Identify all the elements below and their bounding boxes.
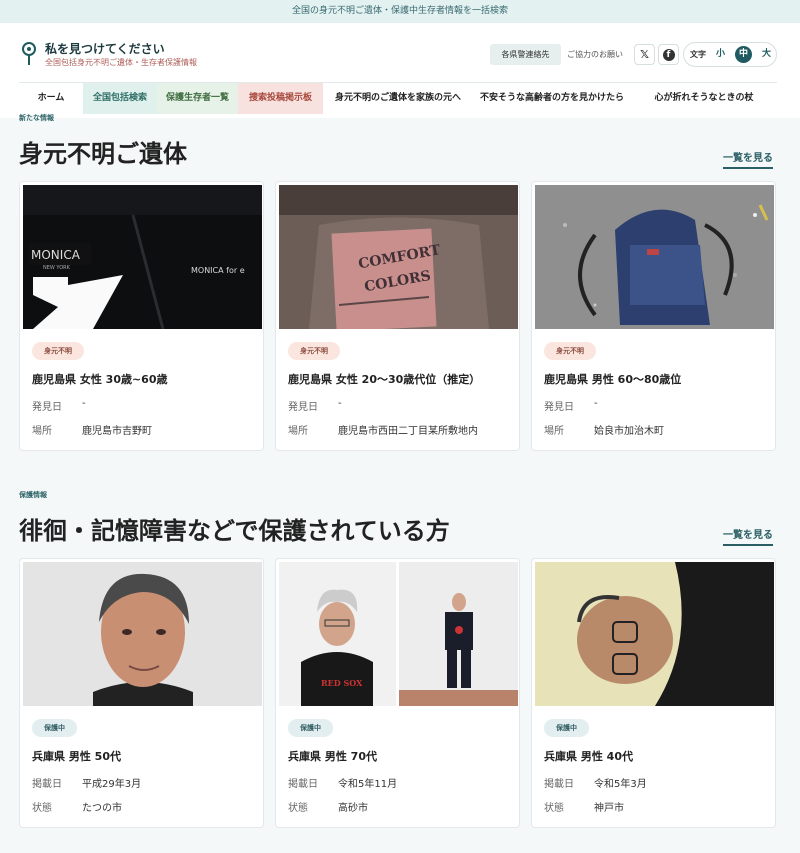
location-pin-icon <box>22 42 36 65</box>
field-value: たつの市 <box>82 803 122 814</box>
protected-card[interactable]: RED SOX 保護中 兵庫県 男性 70代 掲載日 令和5年11月 状態 高砂市 <box>275 558 520 828</box>
field-value: 令和5年3月 <box>594 779 647 790</box>
status-badge: 身元不明 <box>288 342 340 360</box>
unknown-card[interactable]: COMFORT COLORS 身元不明 鹿児島県 女性 20～30歳代位（推定）… <box>275 181 520 451</box>
svg-text:MONICA for e: MONICA for e <box>191 266 245 275</box>
backpack-photo <box>535 185 774 329</box>
field-label: 発見日 <box>288 402 318 413</box>
unknown-card[interactable]: 身元不明 鹿児島県 男性 60～80歳位 発見日 - 場所 姶良市加治木町 <box>531 181 776 451</box>
x-icon[interactable]: 𝕏 <box>634 44 655 65</box>
nav-national-search[interactable]: 全国包括検索 <box>83 83 157 114</box>
facebook-icon[interactable]: f <box>658 44 679 65</box>
svg-text:RED SOX: RED SOX <box>321 678 363 688</box>
person-photo <box>23 562 262 706</box>
text-size-label: 文字 <box>690 50 706 59</box>
field-value: 令和5年11月 <box>338 779 398 790</box>
field-label: 場所 <box>32 426 52 437</box>
card-title: 兵庫県 男性 70代 <box>288 750 377 763</box>
nav-return-remains[interactable]: 身元不明のご遺体を家族の元へ <box>323 83 473 114</box>
site-title[interactable]: 私を見つけてください <box>45 40 165 57</box>
card-title: 鹿児島県 女性 20～30歳代位（推定） <box>288 373 481 386</box>
field-label: 状態 <box>32 803 52 814</box>
site-subtitle: 全国包括身元不明ご遺体・生存者保護情報 <box>45 58 197 67</box>
person-photo <box>535 562 774 706</box>
section-title-protect: 徘徊・記憶障害などで保護されている方 <box>19 517 450 545</box>
field-value: 姶良市加治木町 <box>594 426 664 437</box>
view-all-protect-link[interactable]: 一覧を見る <box>723 526 773 546</box>
status-badge: 保護中 <box>544 719 589 737</box>
clothing-photo: COMFORT COLORS <box>279 185 518 329</box>
field-value: - <box>338 398 342 409</box>
status-badge: 保護中 <box>32 719 77 737</box>
field-value: 神戸市 <box>594 803 624 814</box>
field-label: 状態 <box>544 803 564 814</box>
field-value: - <box>82 398 86 409</box>
unknown-card[interactable]: MONICA NEW YORK MONICA for e 身元不明 鹿児島県 女… <box>19 181 264 451</box>
field-label: 状態 <box>288 803 308 814</box>
field-value: 鹿児島市吉野町 <box>82 426 152 437</box>
svg-text:NEW YORK: NEW YORK <box>43 265 71 271</box>
card-title: 鹿児島県 男性 60～80歳位 <box>544 373 682 386</box>
text-size-large[interactable]: 大 <box>758 46 775 63</box>
field-value: 鹿児島市西田二丁目某所敷地内 <box>338 426 478 437</box>
clothing-photo: MONICA NEW YORK MONICA for e <box>23 185 262 329</box>
text-size-small[interactable]: 小 <box>712 46 729 63</box>
nav-protected-list[interactable]: 保護生存者一覧 <box>157 83 238 114</box>
card-title: 鹿児島県 女性 30歳~60歳 <box>32 373 168 386</box>
text-size-medium[interactable]: 中 <box>735 46 752 63</box>
field-label: 場所 <box>544 426 564 437</box>
card-title: 兵庫県 男性 50代 <box>32 750 121 763</box>
field-value: 平成29年3月 <box>82 779 142 790</box>
cooperation-link[interactable]: ご協力のお願い <box>567 44 623 65</box>
main-nav: ホーム 全国包括検索 保護生存者一覧 捜索投稿掲示板 身元不明のご遺体を家族の元… <box>19 82 777 114</box>
section-title-unknown: 身元不明ご遺体 <box>19 140 187 168</box>
person-photo: RED SOX <box>279 562 518 706</box>
protected-card[interactable]: 保護中 兵庫県 男性 40代 掲載日 令和5年3月 状態 神戸市 <box>531 558 776 828</box>
nav-elderly-help[interactable]: 不安そうな高齢者の方を見かけたら <box>473 83 631 114</box>
svg-text:MONICA: MONICA <box>31 248 81 262</box>
field-label: 掲載日 <box>32 779 62 790</box>
field-value: 高砂市 <box>338 803 368 814</box>
nav-support[interactable]: 心が折れそうなときの杖 <box>631 83 777 114</box>
text-size-switcher: 文字 小 中 大 <box>683 42 777 67</box>
section-label-protect: 保護情報 <box>19 491 47 499</box>
status-badge: 身元不明 <box>32 342 84 360</box>
field-label: 発見日 <box>32 402 62 413</box>
section-label-new: 新たな情報 <box>19 114 54 122</box>
status-badge: 保護中 <box>288 719 333 737</box>
protected-card[interactable]: 保護中 兵庫県 男性 50代 掲載日 平成29年3月 状態 たつの市 <box>19 558 264 828</box>
nav-home[interactable]: ホーム <box>19 83 83 114</box>
view-all-unknown-link[interactable]: 一覧を見る <box>723 149 773 169</box>
police-contacts-button[interactable]: 各県警連絡先 <box>490 44 561 65</box>
field-value: - <box>594 398 598 409</box>
field-label: 場所 <box>288 426 308 437</box>
site-header: 私を見つけてください 全国包括身元不明ご遺体・生存者保護情報 各県警連絡先 ご協… <box>0 23 800 118</box>
card-title: 兵庫県 男性 40代 <box>544 750 633 763</box>
field-label: 掲載日 <box>544 779 574 790</box>
nav-search-board[interactable]: 捜索投稿掲示板 <box>238 83 323 114</box>
status-badge: 身元不明 <box>544 342 596 360</box>
top-banner: 全国の身元不明ご遺体・保護中生存者情報を一括検索 <box>0 0 800 23</box>
field-label: 掲載日 <box>288 779 318 790</box>
field-label: 発見日 <box>544 402 574 413</box>
